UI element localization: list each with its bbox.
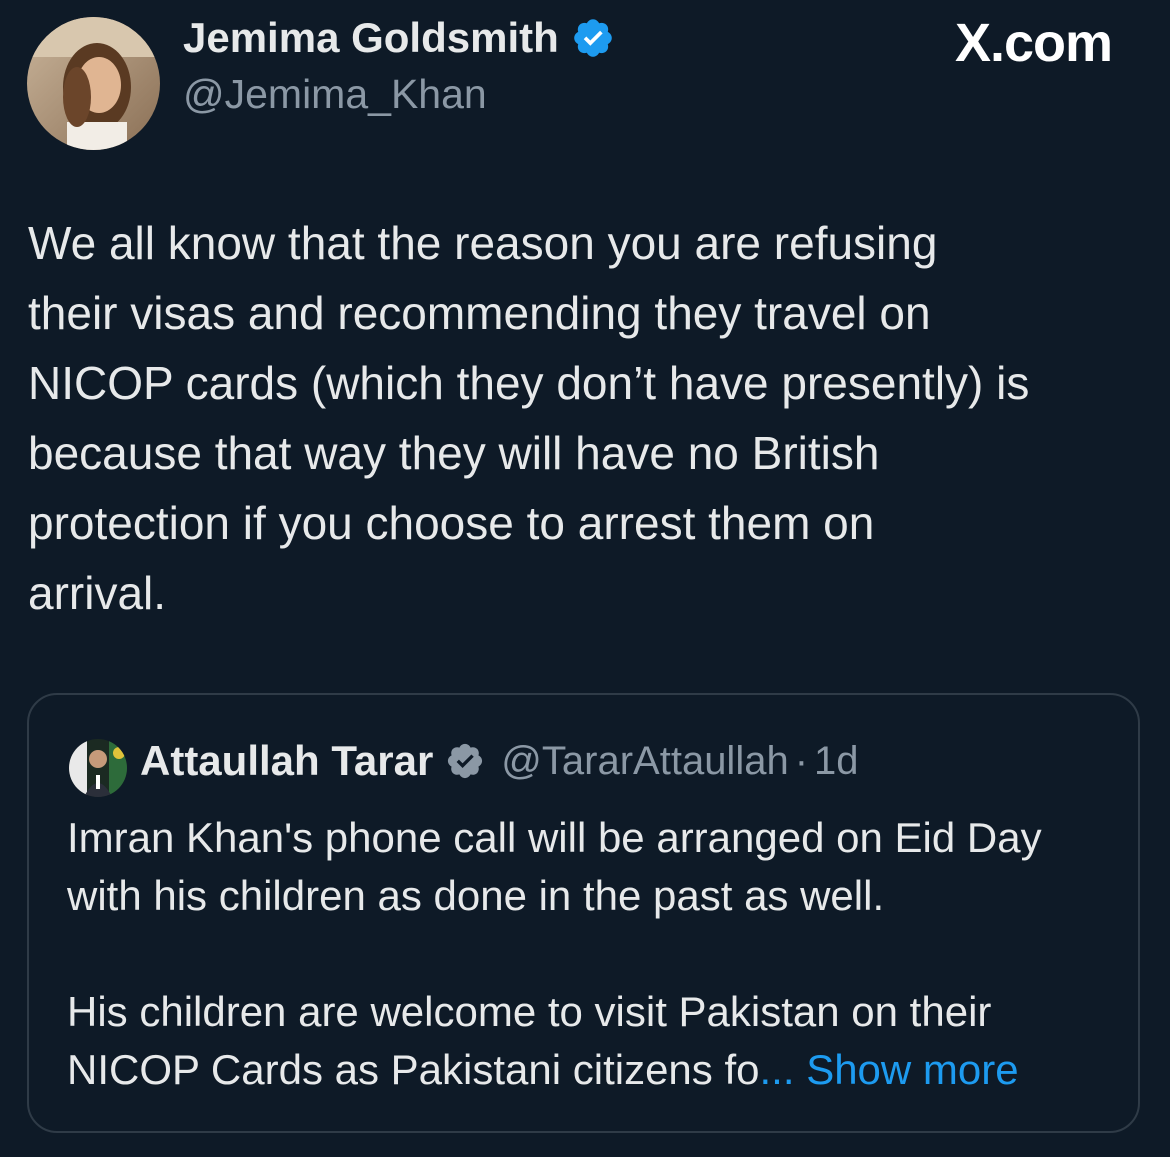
- quoted-timestamp[interactable]: 1d: [814, 739, 859, 784]
- quoted-author-name[interactable]: Attaullah Tarar: [140, 737, 433, 785]
- separator-dot: ·: [794, 738, 809, 783]
- author-name-row[interactable]: Jemima Goldsmith: [183, 14, 615, 62]
- verified-badge-icon: [573, 19, 612, 57]
- quoted-text-last-line: NICOP Cards as Pakistani citizens fo... …: [67, 1041, 1127, 1099]
- quoted-text-blank-line: [67, 925, 1127, 983]
- tweet-text-line: protection if you choose to arrest them …: [28, 497, 875, 549]
- quoted-author-handle[interactable]: @TararAttaullah: [501, 739, 788, 784]
- tweet-text-line: because that way they will have no Briti…: [28, 427, 880, 479]
- author-handle[interactable]: @Jemima_Khan: [183, 71, 487, 118]
- show-more-link[interactable]: Show more: [806, 1046, 1018, 1093]
- profile-photo-avatar: [27, 17, 160, 150]
- ellipsis: ...: [759, 1046, 795, 1093]
- quoted-profile-photo-avatar: [69, 739, 127, 797]
- quoted-text-truncated: NICOP Cards as Pakistani citizens fo: [67, 1046, 760, 1093]
- quoted-tweet-card[interactable]: Attaullah Tarar @TararAttaullah · 1d Imr…: [27, 693, 1140, 1133]
- tweet-text-line: NICOP cards (which they don’t have prese…: [28, 357, 1030, 409]
- author-name[interactable]: Jemima Goldsmith: [183, 14, 559, 62]
- quoted-text-line: with his children as done in the past as…: [67, 872, 885, 919]
- quoted-text-line: His children are welcome to visit Pakist…: [67, 988, 992, 1035]
- quoted-tweet-header: Attaullah Tarar @TararAttaullah · 1d: [140, 737, 859, 785]
- site-label-text: X.com: [954, 13, 1113, 73]
- tweet-text-line: We all know that the reason you are refu…: [28, 217, 938, 269]
- quoted-text-line: Imran Khan's phone call will be arranged…: [67, 814, 1042, 861]
- verified-badge-icon: [448, 743, 483, 779]
- quoted-author-avatar[interactable]: [69, 739, 127, 797]
- tweet-text-line: arrival.: [28, 567, 167, 619]
- tweet-text-line: their visas and recommending they travel…: [28, 287, 931, 339]
- site-label: X.com: [954, 12, 1113, 74]
- quoted-tweet-text: Imran Khan's phone call will be arranged…: [67, 809, 1127, 1099]
- tweet-text: We all know that the reason you are refu…: [28, 208, 1153, 628]
- author-avatar[interactable]: [27, 17, 160, 150]
